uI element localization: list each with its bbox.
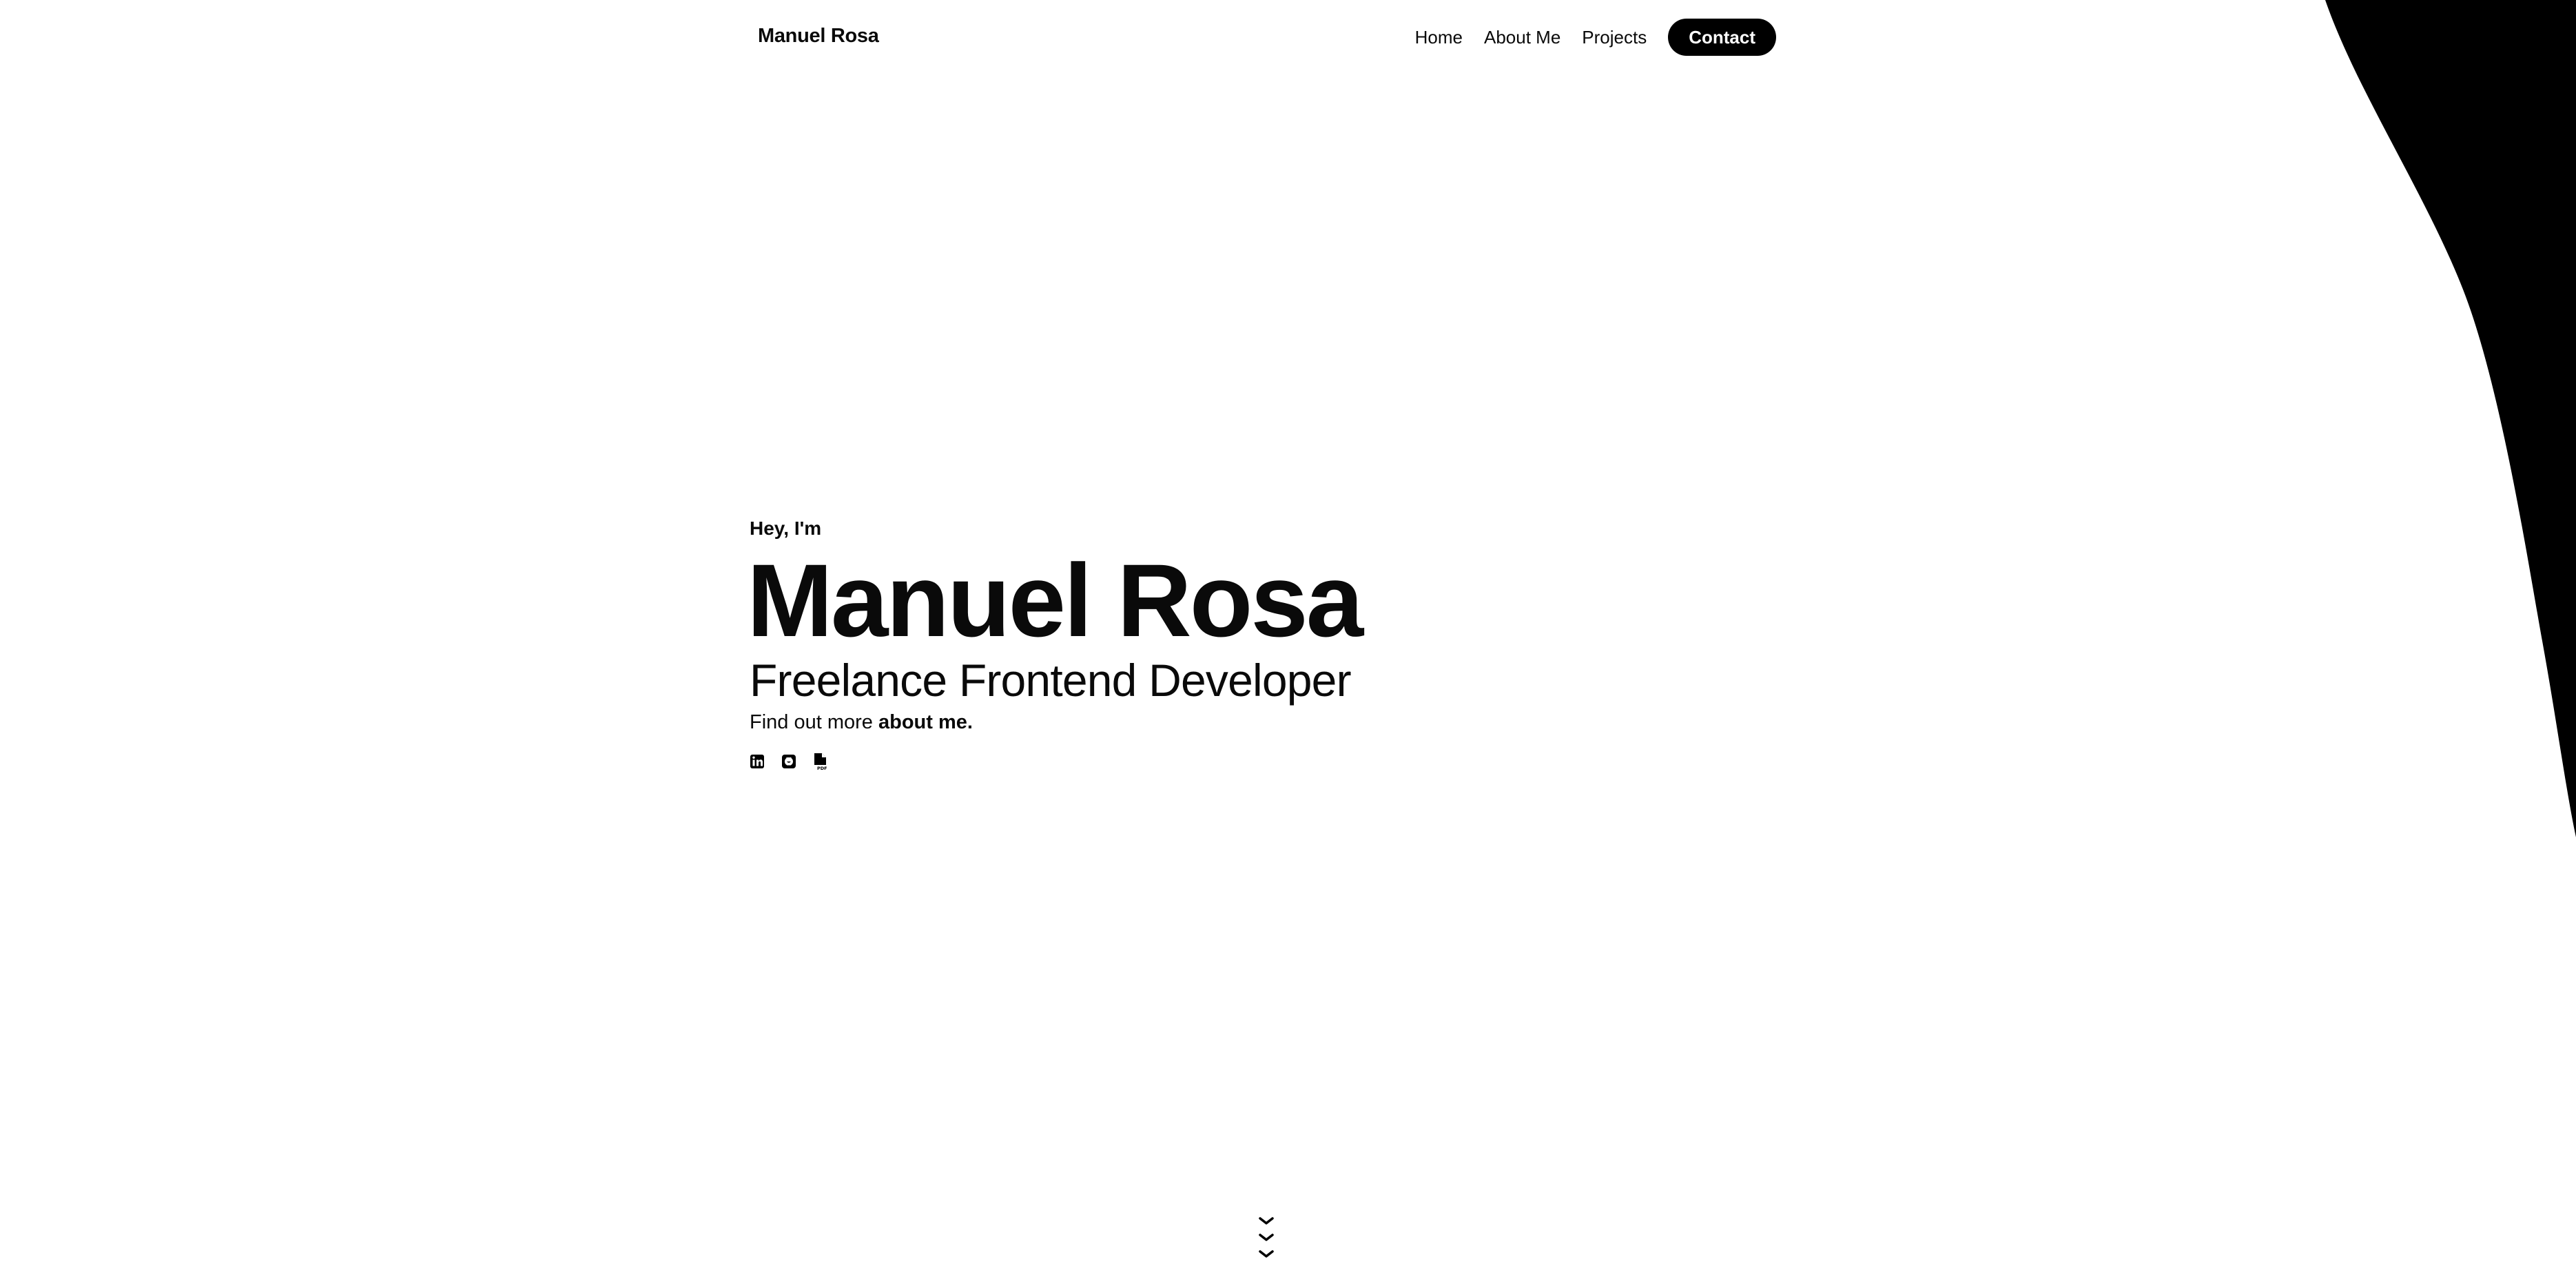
pdf-icon: PDF [814, 753, 827, 770]
github-icon [782, 755, 796, 768]
about-me-link[interactable]: about me. [878, 711, 973, 733]
navbar: Manuel Rosa Home About Me Projects Conta… [758, 17, 1776, 57]
hero-about-line: Find out more about me. [750, 708, 1576, 736]
linkedin-link[interactable] [750, 753, 765, 770]
github-link[interactable] [781, 753, 796, 770]
svg-text:PDF: PDF [817, 766, 827, 770]
nav-about-me[interactable]: About Me [1484, 27, 1560, 48]
scroll-down-button[interactable] [1256, 1214, 1277, 1264]
nav-home[interactable]: Home [1415, 27, 1463, 48]
social-links: PDF [750, 753, 1576, 770]
hero-section: Hey, I'm Manuel Rosa Freelance Frontend … [747, 515, 1576, 770]
hero-greeting: Hey, I'm [750, 518, 822, 539]
about-prefix: Find out more [750, 711, 878, 733]
nav-projects[interactable]: Projects [1582, 27, 1647, 48]
hero-title: Manuel Rosa [747, 542, 1363, 658]
nav-links: Home About Me Projects Contact [1415, 17, 1776, 57]
resume-pdf-link[interactable]: PDF [813, 753, 828, 770]
linkedin-icon [750, 755, 764, 768]
page: Manuel Rosa Home About Me Projects Conta… [0, 0, 2576, 1288]
chevron-down-icon [1259, 1217, 1274, 1258]
contact-button[interactable]: Contact [1668, 19, 1776, 56]
brand-logo[interactable]: Manuel Rosa [758, 25, 879, 48]
hero-subtitle: Freelance Frontend Developer [750, 655, 1352, 706]
